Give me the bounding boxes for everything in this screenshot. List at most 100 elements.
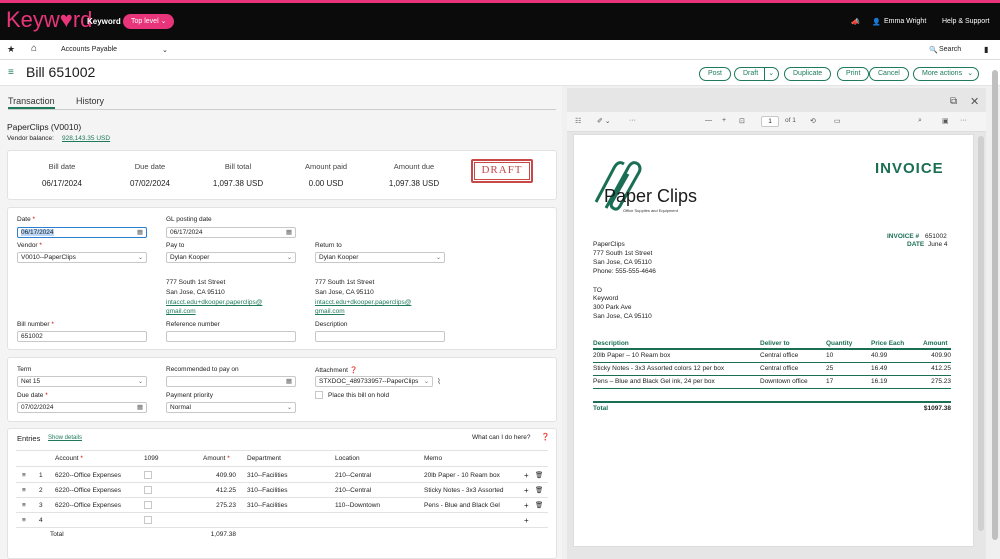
row-account[interactable]: 6220--Office Expenses: [55, 487, 121, 494]
row-memo[interactable]: Pens - Blue and Black Gel: [424, 502, 500, 509]
trash-icon[interactable]: 🗑: [535, 486, 543, 494]
page-view-icon[interactable]: ▭: [834, 117, 841, 125]
help-text-link[interactable]: What can I do here?: [472, 434, 531, 441]
invoice-date: June 4: [928, 241, 948, 248]
star-icon[interactable]: ★: [7, 44, 15, 55]
return-to-select[interactable]: Dylan Kooper ⌄: [315, 252, 445, 263]
more-actions-button[interactable]: More actions ⌄: [913, 67, 980, 81]
search-link[interactable]: Search: [939, 46, 961, 53]
fit-page-icon[interactable]: ⊡: [739, 117, 745, 125]
module-name[interactable]: Accounts Payable: [61, 46, 117, 53]
add-row-icon[interactable]: +: [524, 471, 529, 480]
vendor-select[interactable]: V0010--PaperClips ⌄: [17, 252, 147, 263]
tab-transaction[interactable]: Transaction: [8, 96, 55, 109]
pay-to-email-link[interactable]: intacct.edu+dkooper.paperclips@: [166, 299, 262, 306]
user-name[interactable]: Emma Wright: [884, 18, 926, 25]
row-account[interactable]: 6220--Office Expenses: [55, 472, 121, 479]
required-marker: *: [227, 455, 230, 462]
return-to-email-link[interactable]: intacct.edu+dkooper.paperclips@: [315, 299, 411, 306]
return-to-email-link-cont[interactable]: gmail.com: [315, 308, 345, 315]
chevron-down-icon: ⌄: [423, 379, 429, 385]
term-select[interactable]: Net 15 ⌄: [17, 376, 147, 387]
add-row-icon[interactable]: +: [524, 516, 529, 525]
search-icon[interactable]: ⌕: [918, 117, 922, 125]
drag-handle-icon[interactable]: ≡: [22, 502, 26, 509]
row-1099-checkbox[interactable]: [144, 471, 152, 479]
home-icon[interactable]: ⌂: [31, 43, 37, 54]
calendar-icon[interactable]: ▦: [137, 228, 143, 237]
add-row-icon[interactable]: +: [524, 501, 529, 510]
row-amount[interactable]: 275.23: [180, 502, 236, 509]
reference-number-input[interactable]: [166, 331, 296, 342]
row-amount[interactable]: 409.90: [180, 472, 236, 479]
post-button[interactable]: Post: [699, 67, 732, 81]
required-marker: *: [45, 392, 48, 399]
highlighter-icon[interactable]: ✐ ⌄: [597, 117, 611, 125]
add-row-icon[interactable]: +: [524, 486, 529, 495]
bookmark-icon[interactable]: ▮: [984, 45, 988, 54]
row-amount[interactable]: 412.25: [180, 487, 236, 494]
drag-handle-icon[interactable]: ≡: [22, 472, 26, 479]
show-details-link[interactable]: Show details: [48, 435, 82, 441]
draft-button[interactable]: Draft ⌄: [734, 67, 780, 81]
drag-handle-icon[interactable]: ≡: [22, 487, 26, 494]
top-level-dropdown[interactable]: Top level ⌄: [123, 14, 175, 29]
row-account[interactable]: 6220--Office Expenses: [55, 502, 121, 509]
bill-number-input[interactable]: 651002: [17, 331, 147, 342]
hold-checkbox[interactable]: [315, 391, 323, 399]
description-input[interactable]: [315, 331, 445, 342]
trash-icon[interactable]: 🗑: [535, 471, 543, 479]
row-1099-checkbox[interactable]: [144, 486, 152, 494]
tab-history[interactable]: History: [76, 96, 104, 106]
viewer-scrollbar[interactable]: [978, 136, 984, 531]
more-icon[interactable]: ···: [629, 117, 636, 124]
row-memo[interactable]: Sticky Notes - 3x3 Assorted: [424, 487, 503, 494]
drag-handle-icon[interactable]: ≡: [22, 517, 26, 524]
due-date-input[interactable]: 07/02/2024 ▦: [17, 402, 147, 413]
duplicate-button[interactable]: Duplicate: [784, 67, 832, 81]
help-link[interactable]: Help & Support: [942, 18, 989, 25]
zoom-out-icon[interactable]: —: [705, 117, 712, 124]
chevron-down-icon[interactable]: ⌄: [162, 46, 168, 54]
gl-posting-date-input[interactable]: 06/17/2024 ▦: [166, 227, 296, 238]
search-icon[interactable]: 🔍: [929, 46, 938, 54]
zoom-in-icon[interactable]: +: [722, 117, 726, 124]
print-button[interactable]: Print: [837, 67, 870, 81]
row-department[interactable]: 310--Facilities: [247, 502, 287, 509]
row-memo[interactable]: 20lb Paper - 10 Ream box: [424, 472, 500, 479]
open-external-icon[interactable]: ⧉: [950, 96, 957, 107]
cancel-button[interactable]: Cancel: [869, 67, 909, 81]
app-logo[interactable]: Keyw♥rd: [6, 7, 92, 33]
paperclip-icon[interactable]: ⌇: [437, 377, 441, 386]
help-icon[interactable]: ❓: [541, 433, 550, 441]
rotate-icon[interactable]: ⟲: [810, 117, 816, 125]
save-icon[interactable]: ▣: [942, 117, 949, 125]
row-department[interactable]: 310--Facilities: [247, 487, 287, 494]
vendor-balance-link[interactable]: 928,143.35 USD: [62, 135, 110, 142]
list-icon[interactable]: ≡: [8, 67, 14, 78]
more-icon[interactable]: ···: [960, 117, 967, 124]
row-1099-checkbox[interactable]: [144, 501, 152, 509]
row-1099-checkbox[interactable]: [144, 516, 152, 524]
close-icon[interactable]: ✕: [970, 95, 979, 108]
page-number-input[interactable]: 1: [761, 116, 779, 127]
row-location[interactable]: 210--Central: [335, 487, 371, 494]
list-icon[interactable]: ☷: [575, 117, 581, 125]
calendar-icon[interactable]: ▦: [137, 403, 143, 412]
row-location[interactable]: 110--Downtown: [335, 502, 380, 509]
page-scrollbar[interactable]: [992, 70, 998, 540]
recommended-pay-input[interactable]: ▦: [166, 376, 296, 387]
help-icon[interactable]: ❓: [350, 367, 358, 374]
row-department[interactable]: 310--Facilities: [247, 472, 287, 479]
row-location[interactable]: 210--Central: [335, 472, 371, 479]
date-input[interactable]: 06/17/2024 ▦: [17, 227, 147, 238]
megaphone-icon[interactable]: 📣: [851, 18, 860, 26]
trash-icon[interactable]: 🗑: [535, 501, 543, 509]
attachment-select[interactable]: STXDOC_489733957--PaperClips ⌄: [315, 376, 433, 387]
calendar-icon[interactable]: ▦: [286, 377, 292, 386]
payment-priority-select[interactable]: Normal ⌄: [166, 402, 296, 413]
pay-to-email-link-cont[interactable]: gmail.com: [166, 308, 196, 315]
chevron-down-icon[interactable]: ⌄: [764, 68, 774, 80]
pay-to-select[interactable]: Dylan Kooper ⌄: [166, 252, 296, 263]
calendar-icon[interactable]: ▦: [286, 228, 292, 237]
